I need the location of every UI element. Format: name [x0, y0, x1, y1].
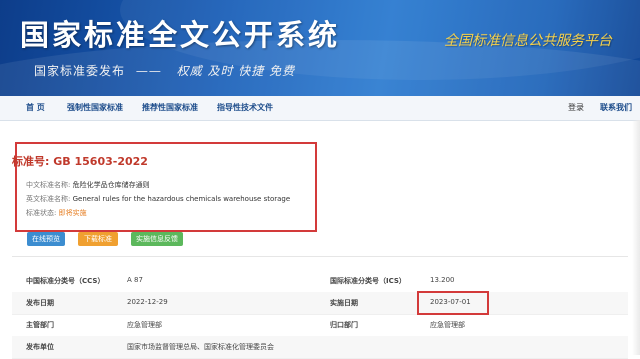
- site-subtitle: 国家标准委发布 —— 权威 及时 快捷 免费: [34, 62, 295, 79]
- publish-date-label: 发布日期: [26, 299, 54, 307]
- standard-number: 标准号: GB 15603-2022: [12, 153, 148, 169]
- nav-item-contact[interactable]: 联系我们: [600, 102, 632, 113]
- nav-item-mandatory[interactable]: 强制性国家标准: [67, 102, 123, 113]
- status-row: 标准状态: 即将实施: [26, 208, 87, 218]
- implementation-feedback-button[interactable]: 实施信息反馈: [131, 232, 183, 246]
- site-banner: 国家标准全文公开系统 国家标准委发布 —— 权威 及时 快捷 免费 全国标准信息…: [0, 0, 640, 96]
- download-standard-button[interactable]: 下载标准: [78, 232, 118, 246]
- main-nav: 首 页 强制性国家标准 推荐性国家标准 指导性技术文件 联系我们 登录: [0, 96, 640, 121]
- centralized-value: 应急管理部: [430, 321, 465, 329]
- preview-online-button[interactable]: 在线预览: [27, 232, 65, 246]
- subtitle-separator: ——: [135, 64, 162, 78]
- table-row: 发布单位 国家市场监督管理总局、国家标准化管理委员会: [12, 336, 628, 359]
- implement-date-highlight: [417, 291, 489, 315]
- subtitle-publisher: 国家标准委发布: [34, 64, 126, 78]
- cn-name-label: 中文标准名称:: [26, 181, 71, 189]
- standard-number-value: GB 15603-2022: [53, 155, 148, 168]
- ccs-value: A 87: [127, 276, 143, 284]
- table-row: 发布日期 2022-12-29 实施日期 2023-07-01: [12, 292, 628, 315]
- publish-date-value: 2022-12-29: [127, 298, 168, 306]
- cn-name-value: 危险化学品仓库储存通则: [72, 181, 150, 189]
- implement-date-label: 实施日期: [330, 299, 358, 307]
- status-value: 即将实施: [58, 209, 87, 217]
- table-row: 中国标准分类号（CCS） A 87 国际标准分类号（ICS） 13.200: [12, 270, 628, 293]
- ics-value: 13.200: [430, 276, 455, 284]
- en-name-row: 英文标准名称: General rules for the hazardous …: [26, 194, 290, 204]
- cn-name-row: 中文标准名称: 危险化学品仓库储存通则: [26, 180, 150, 190]
- status-label: 标准状态:: [26, 209, 57, 217]
- platform-brand-logo: 全国标准信息公共服务平台: [444, 33, 612, 49]
- subtitle-mottos: 权威 及时 快捷 免费: [176, 64, 296, 78]
- ics-label: 国际标准分类号（ICS）: [330, 277, 406, 285]
- en-name-value: General rules for the hazardous chemical…: [72, 195, 291, 203]
- nav-item-guidance[interactable]: 指导性技术文件: [217, 102, 273, 113]
- nav-item-home[interactable]: 首 页: [26, 102, 45, 113]
- table-row: 主管部门 应急管理部 归口部门 应急管理部: [12, 314, 628, 337]
- nav-login-link[interactable]: 登录: [568, 102, 584, 113]
- nav-item-recommended[interactable]: 推荐性国家标准: [142, 102, 198, 113]
- site-title: 国家标准全文公开系统: [20, 18, 341, 52]
- centralized-label: 归口部门: [330, 321, 358, 329]
- authority-value: 应急管理部: [127, 321, 162, 329]
- right-edge-shadow: [632, 120, 640, 355]
- issuer-label: 发布单位: [26, 343, 54, 351]
- issuer-value: 国家市场监督管理总局、国家标准化管理委员会: [127, 343, 274, 351]
- section-divider: [12, 256, 628, 257]
- en-name-label: 英文标准名称:: [26, 195, 71, 203]
- authority-label: 主管部门: [26, 321, 54, 329]
- ccs-label: 中国标准分类号（CCS）: [26, 277, 105, 285]
- standard-number-label: 标准号:: [12, 155, 50, 168]
